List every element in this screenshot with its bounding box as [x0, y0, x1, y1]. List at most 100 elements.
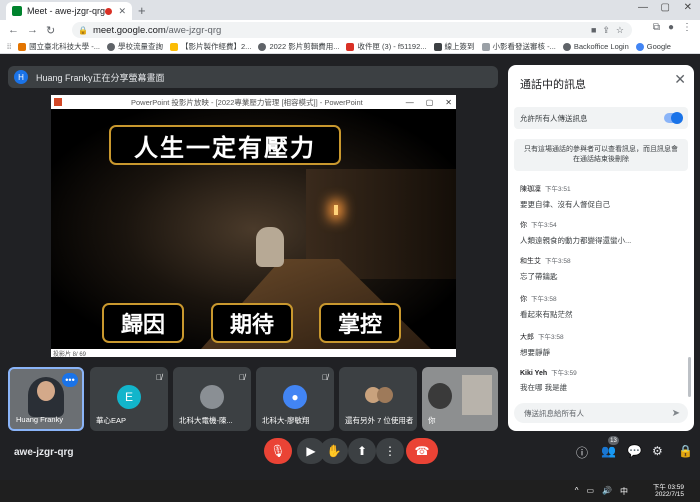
participant-tile-you[interactable]: 你 [422, 367, 498, 431]
bookmark-item[interactable]: 【影片製作經費】2... [170, 41, 251, 52]
chat-notice: 只有這場通話的參與者可以查看訊息，而且訊息會在通話結束後刪除 [514, 139, 688, 171]
leave-call-button[interactable]: ☎ [406, 438, 438, 464]
message-time: 下午3:58 [538, 334, 564, 341]
allow-messages-row: 允許所有人傳送訊息 [514, 107, 688, 129]
network-icon[interactable]: ▭ [586, 486, 594, 497]
mic-off-icon: 🎙̸ [239, 373, 245, 382]
host-controls-icon[interactable]: 🔒 [678, 444, 693, 458]
message-time: 下午3:58 [545, 258, 571, 265]
camera-permission-icon[interactable]: ■ [591, 25, 596, 36]
browser-tab-bar: Meet - awe-jzgr-qrg ✕ + — ▢ ✕ [0, 0, 700, 20]
message-sender: Kiki Yeh [520, 370, 548, 377]
mic-off-button[interactable]: 🎙 [264, 438, 292, 464]
slide-sitting-person [256, 227, 284, 267]
volume-icon[interactable]: 🔊 [602, 486, 612, 497]
allow-messages-label: 允許所有人傳送訊息 [520, 113, 588, 123]
participant-name: 北科大-廖敏翔 [262, 416, 310, 425]
tray-chevron-icon[interactable]: ^ [575, 486, 579, 497]
ppt-statusbar: 投影片 8/ 69 [51, 349, 456, 358]
mic-off-icon: 🎙̸ [156, 373, 162, 382]
ppt-titlebar: PowerPoint 投影片放映 - [2022專業壓力管理 [相容模式]] -… [51, 95, 456, 109]
address-bar[interactable]: 🔒 meet.google.com /awe-jzgr-qrg ■ ⇪ ☆ [72, 22, 632, 38]
window-close-icon[interactable]: ✕ [684, 2, 692, 13]
chat-message: 陳珈凜 下午3:51 要更自律、沒有人督促自己 [520, 183, 690, 210]
close-tab-icon[interactable]: ✕ [118, 6, 126, 17]
chat-icon[interactable]: 💬 [627, 444, 642, 458]
profile-icon[interactable]: ● [668, 22, 674, 33]
message-time: 下午3:51 [545, 186, 571, 193]
participant-tile-others[interactable]: 還有另外 7 位使用者 [339, 367, 417, 431]
people-icon[interactable]: 👥 [601, 444, 616, 458]
message-sender: 你 [520, 296, 527, 303]
allow-messages-toggle[interactable] [664, 112, 683, 124]
participant-avatar [200, 385, 224, 409]
ppt-window-title: PowerPoint 投影片放映 - [2022專業壓力管理 [相容模式]] -… [131, 97, 363, 107]
slide: 人生一定有壓力 歸因 期待 掌控 [51, 109, 456, 349]
more-options-icon[interactable]: ••• [62, 373, 78, 387]
new-tab-button[interactable]: + [138, 3, 146, 18]
chat-message: Kiki Yeh 下午3:59 我在哪 我是誰 [520, 367, 690, 393]
bookmark-item[interactable]: Backoffice Login [562, 42, 629, 51]
chat-input[interactable]: 傳送訊息給所有人 ➤ [514, 403, 688, 423]
url-path: /awe-jzgr-qrg [165, 24, 222, 36]
chat-message: 你下午3:58 看起來有點茫然 [520, 293, 690, 320]
presenting-banner: H Huang Franky正在分享螢幕畫面 [8, 66, 498, 88]
slide-lamp [334, 205, 338, 215]
ppt-close-icon: ✕ [445, 97, 452, 107]
ppt-minimize-icon: — [405, 97, 414, 107]
bookmark-item[interactable]: 線上簽到 [433, 41, 475, 52]
slide-box-attribution: 歸因 [102, 303, 184, 343]
message-sender: 和生艾 [520, 258, 541, 265]
maximize-icon[interactable]: ▢ [661, 2, 670, 13]
menu-icon[interactable]: ⋮ [682, 22, 692, 33]
participant-video [428, 383, 452, 409]
participant-tile[interactable]: 🎙̸ ● 北科大-廖敏翔 [256, 367, 334, 431]
apps-icon[interactable]: ⁞⁞ [7, 42, 11, 51]
chat-close-icon[interactable]: ✕ [674, 71, 686, 88]
bookmark-item[interactable]: 2022 影片剪輯費用... [258, 41, 339, 52]
participant-name: Huang Franky [16, 415, 64, 424]
minimize-icon[interactable]: — [638, 2, 648, 13]
presenter-avatar: H [14, 70, 28, 84]
language-icon[interactable]: 中 [620, 486, 628, 497]
address-bar-row: ← → ↻ 🔒 meet.google.com /awe-jzgr-qrg ■ … [0, 20, 700, 40]
bookmark-item[interactable]: 小影看發送審核 -... [481, 41, 556, 52]
person-icon: ● [283, 385, 307, 409]
ppt-maximize-icon: ▢ [425, 97, 434, 107]
chat-panel: 通話中的訊息 ✕ 允許所有人傳送訊息 只有這場通話的參與者可以查看訊息，而且訊息… [508, 65, 694, 431]
extensions-icon[interactable]: ⧉ [653, 22, 660, 33]
send-icon[interactable]: ➤ [672, 408, 680, 419]
chat-message: 和生艾 下午3:58 忘了帶鑰匙 [520, 255, 690, 282]
participant-name: 華心EAP [96, 416, 127, 425]
lock-icon: 🔒 [78, 25, 88, 35]
raise-hand-button[interactable]: ✋ [320, 438, 348, 464]
info-icon[interactable]: ⓘ [576, 444, 588, 461]
chat-message: 你下午3:54 人類遠親食的動力都變得還蠻小... [520, 219, 690, 246]
reload-icon[interactable]: ↻ [46, 24, 55, 37]
more-options-button[interactable]: ⋮ [376, 438, 404, 464]
back-icon[interactable]: ← [8, 24, 19, 36]
participant-tile[interactable]: 🎙̸ 北科大電機-陳... [173, 367, 251, 431]
chat-scrollbar[interactable] [688, 357, 691, 397]
people-count-badge: 13 [608, 436, 619, 445]
message-sender: 陳珈凜 [520, 186, 541, 193]
star-icon[interactable]: ☆ [616, 25, 624, 36]
participant-tile-self-presenter[interactable]: ••• Huang Franky [8, 367, 84, 431]
forward-icon[interactable]: → [27, 24, 38, 36]
bookmark-item[interactable]: 學校流量查詢 [107, 41, 163, 52]
participant-tile[interactable]: 🎙̸ E 華心EAP [90, 367, 168, 431]
bookmark-item[interactable]: 收件匣 (3) - f51192... [346, 41, 427, 52]
bookmarks-bar: ⁞⁞ 國立臺北科技大學 -... 學校流量查詢 【影片製作經費】2... 202… [0, 40, 700, 54]
chat-title: 通話中的訊息 [520, 79, 586, 91]
participant-avatar: E [117, 385, 141, 409]
share-icon[interactable]: ⇪ [602, 25, 610, 36]
browser-tab[interactable]: Meet - awe-jzgr-qrg ✕ [6, 2, 132, 20]
activities-icon[interactable]: ⚙ [652, 444, 663, 458]
present-button[interactable]: ⬆ [348, 438, 376, 464]
bookmark-item[interactable]: 國立臺北科技大學 -... [18, 41, 100, 52]
message-text: 忘了帶鑰匙 [520, 272, 558, 281]
taskbar-clock[interactable]: 下午 03:59 2022/7/15 [653, 484, 684, 498]
bookmark-item[interactable]: Google [635, 42, 671, 51]
taskbar-time: 下午 03:59 [652, 484, 684, 491]
taskbar-date: 2022/7/15 [655, 491, 684, 498]
